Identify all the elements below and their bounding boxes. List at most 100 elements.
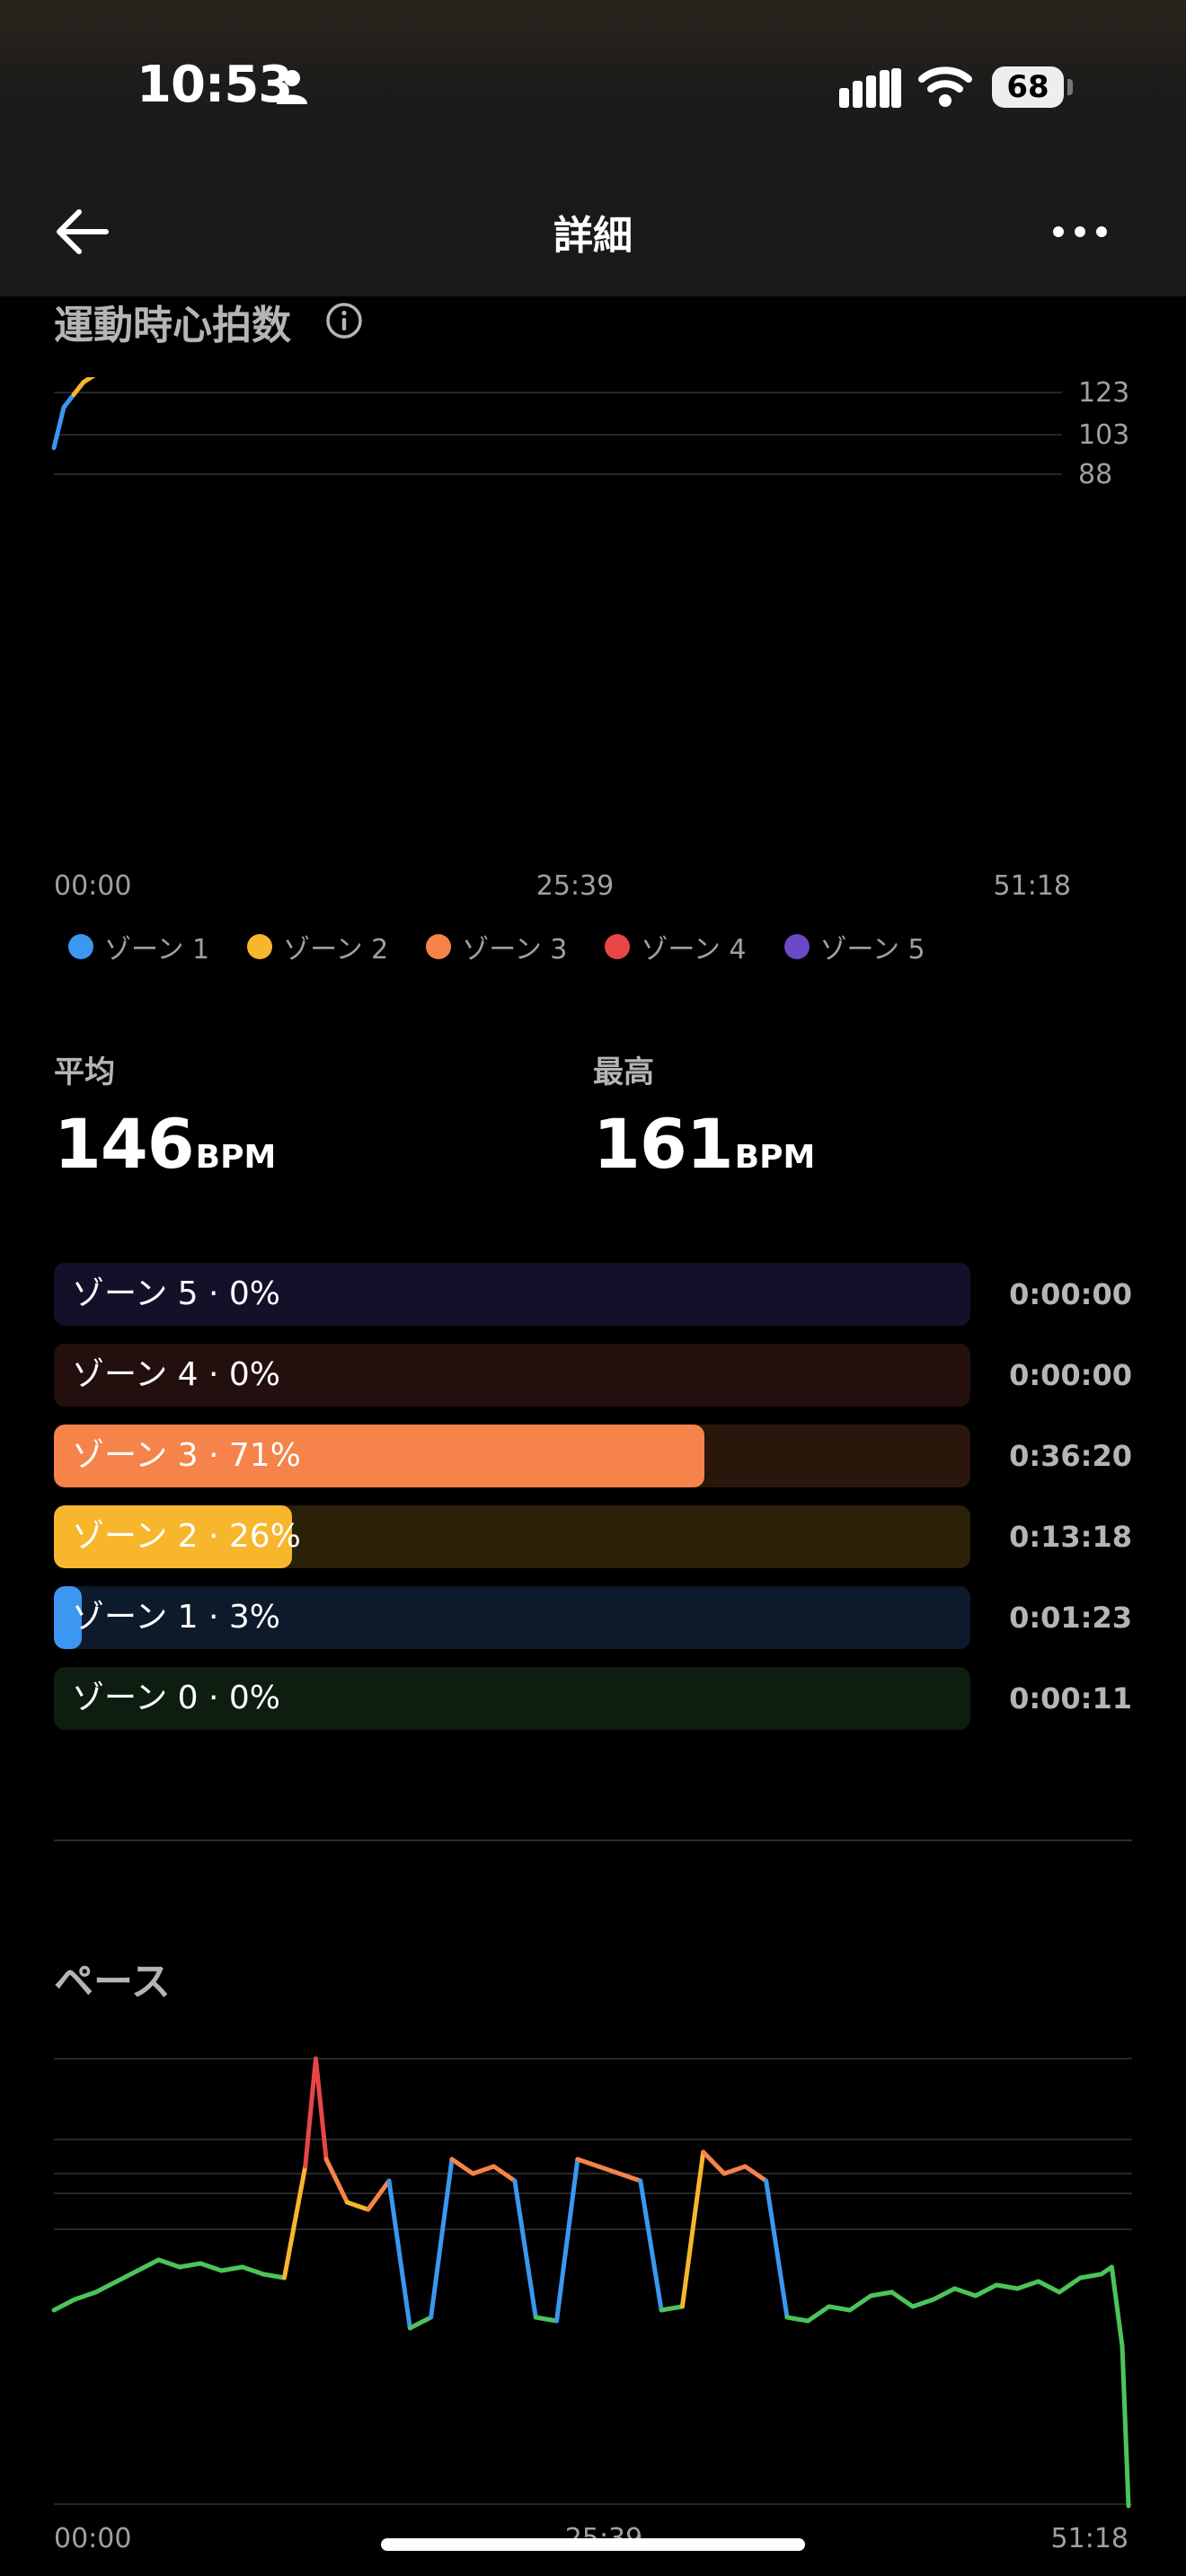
y-tick-label: 103	[1078, 419, 1129, 451]
legend-label: ゾーン 1	[104, 934, 210, 966]
pace-line-segment	[764, 2178, 790, 2320]
pace-line-segment	[281, 2164, 308, 2280]
pace-line-segment	[931, 2286, 957, 2302]
legend-item: ゾーン 1	[68, 927, 209, 966]
zone-time: 0:36:20	[1009, 1439, 1132, 1473]
pace-line-segment	[805, 2304, 832, 2324]
status-bar: 10:53 68	[0, 0, 1186, 171]
legend-label: ゾーン 2	[283, 934, 389, 966]
zone-row: ゾーン 5 · 0% 0:00:00	[54, 1263, 1132, 1326]
pace-line-segment	[596, 2164, 622, 2176]
battery-icon: 68	[992, 66, 1064, 108]
zone-time: 0:00:11	[1009, 1681, 1132, 1716]
pace-line-segment	[868, 2289, 895, 2298]
pace-line-segment	[303, 2056, 318, 2169]
pace-line-segment	[533, 2315, 560, 2324]
zone-time: 0:00:00	[1009, 1358, 1132, 1392]
pace-line-segment	[1077, 2272, 1104, 2280]
pace-line-segment	[1014, 2279, 1041, 2291]
battery-cap	[1067, 79, 1073, 95]
legend-label: ゾーン 3	[462, 934, 568, 966]
zone-track: ゾーン 3 · 71%	[54, 1425, 970, 1487]
pace-line-segment	[366, 2178, 392, 2212]
heart-rate-line-segment	[81, 377, 95, 384]
legend-dot	[783, 934, 810, 959]
pace-line-segment	[1109, 2264, 1125, 2349]
max-stat: 最高 161BPM	[593, 1047, 815, 1184]
x-tick-label: 00:00	[54, 870, 131, 902]
legend-dot	[247, 934, 273, 959]
pace-line-segment	[638, 2178, 664, 2313]
pace-line-segment	[616, 2171, 643, 2183]
divider	[54, 1839, 1132, 1841]
legend-item: ゾーン 5	[783, 927, 925, 966]
legend-item: ゾーン 3	[426, 927, 567, 966]
zone-time: 0:01:23	[1009, 1601, 1132, 1635]
pace-line-segment	[386, 2178, 412, 2331]
y-tick-label: 123	[1078, 377, 1129, 409]
pace-line-segment	[449, 2157, 475, 2176]
more-options-icon[interactable]	[1051, 223, 1109, 241]
average-stat: 平均 146BPM	[54, 1047, 276, 1184]
y-tick-label: 88	[1078, 459, 1112, 490]
pace-line-segment	[910, 2297, 936, 2309]
legend-dot	[605, 934, 631, 959]
pace-line-segment	[701, 2149, 727, 2176]
max-value: 161	[593, 1104, 734, 1184]
zone-label: ゾーン 4 · 0%	[72, 1356, 280, 1393]
zone-track: ゾーン 2 · 26%	[54, 1505, 970, 1568]
page-title: 詳細	[553, 213, 633, 259]
status-time: 10:53	[137, 56, 293, 114]
pace-line-segment	[93, 2279, 119, 2295]
zone-time: 0:00:00	[1009, 1277, 1132, 1311]
x-tick-label: 00:00	[54, 2523, 131, 2554]
pace-line-segment	[135, 2257, 162, 2273]
heart-rate-line-segment	[51, 404, 66, 451]
pace-line-segment	[240, 2264, 266, 2277]
home-indicator[interactable]	[381, 2538, 805, 2551]
x-tick-label: 51:18	[1051, 2523, 1128, 2554]
info-icon[interactable]	[325, 302, 363, 340]
pace-line-segment	[973, 2282, 999, 2298]
zone-legend: ゾーン 1 ゾーン 2 ゾーン 3 ゾーン 4 ゾーン 5	[68, 927, 963, 966]
zone-track: ゾーン 5 · 0%	[54, 1263, 970, 1326]
pace-line-segment	[1036, 2279, 1062, 2295]
pace-line-segment	[407, 2315, 434, 2331]
heart-rate-line-segment	[61, 392, 76, 410]
legend-label: ゾーン 4	[641, 934, 747, 966]
person-icon	[277, 70, 307, 104]
pace-line-segment	[951, 2286, 978, 2298]
legend-dot	[68, 934, 93, 959]
zone-label: ゾーン 2 · 26%	[72, 1518, 301, 1555]
heart-rate-chart: 8810312314416418520500:0025:3951:18	[51, 377, 1129, 902]
zone-label: ゾーン 1 · 3%	[72, 1599, 280, 1636]
zone-row: ゾーン 3 · 71% 0:36:20	[54, 1425, 1132, 1487]
pace-line-segment	[784, 2315, 810, 2324]
pace-line-segment	[1057, 2275, 1083, 2295]
zone-time: 0:13:18	[1009, 1520, 1132, 1554]
pace-line-segment	[198, 2261, 225, 2273]
pace-line-segment	[114, 2268, 140, 2284]
pace-line-segment	[721, 2164, 748, 2176]
legend-dot	[426, 934, 452, 959]
pace-line-segment	[313, 2056, 329, 2162]
zone-label: ゾーン 5 · 0%	[72, 1275, 280, 1312]
pace-line-segment	[219, 2264, 245, 2273]
legend-label: ゾーン 5	[819, 934, 925, 966]
cellular-signal-icon	[839, 68, 901, 108]
pace-line-segment	[890, 2289, 916, 2309]
pace-line-segment	[156, 2257, 182, 2270]
x-tick-label: 25:39	[536, 870, 614, 902]
pace-line-segment	[512, 2178, 538, 2320]
pace-line-segment	[994, 2282, 1020, 2291]
zone-track: ゾーン 0 · 0%	[54, 1667, 970, 1730]
average-unit: BPM	[195, 1139, 277, 1176]
zone-track: ゾーン 4 · 0%	[54, 1344, 970, 1407]
zone-track: ゾーン 1 · 3%	[54, 1586, 970, 1649]
max-unit: BPM	[734, 1139, 816, 1176]
pace-title: ペース	[54, 1959, 171, 2005]
pace-line-segment	[1120, 2343, 1131, 2509]
max-label: 最高	[593, 1054, 654, 1090]
pace-line-segment	[261, 2272, 287, 2280]
pace-line-segment	[429, 2157, 455, 2320]
